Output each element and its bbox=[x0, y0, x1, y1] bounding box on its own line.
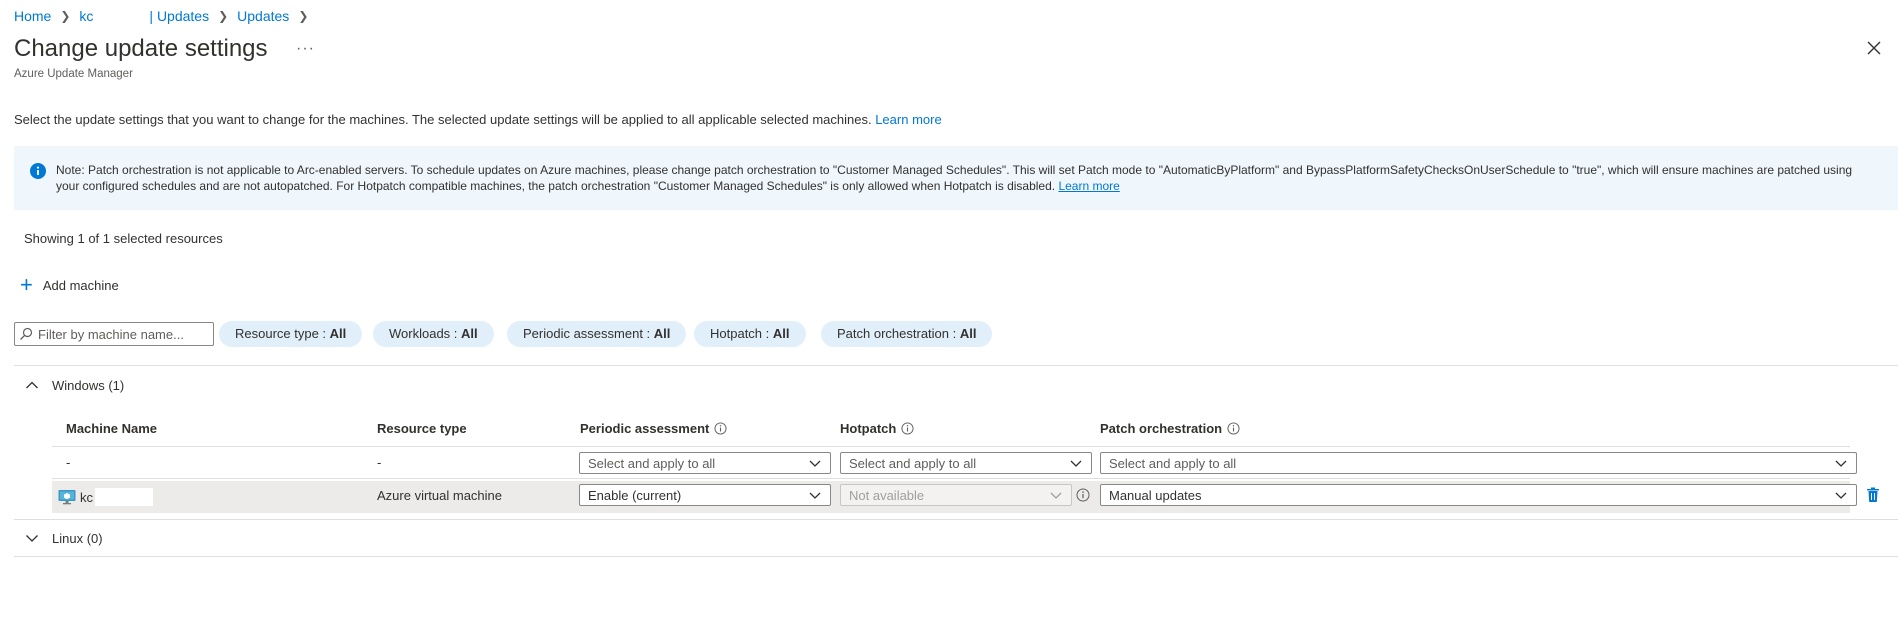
chevron-right-icon: ❯ bbox=[60, 9, 71, 23]
chevron-down-icon bbox=[809, 460, 821, 467]
add-machine-label: Add machine bbox=[42, 277, 119, 293]
divider bbox=[14, 519, 1898, 520]
column-resource-type[interactable]: Resource type bbox=[377, 421, 467, 436]
filter-pill-periodic-assessment[interactable]: Periodic assessment : All bbox=[507, 321, 687, 347]
machine-name: kc bbox=[80, 489, 93, 505]
column-machine-name[interactable]: Machine Name bbox=[66, 421, 157, 436]
periodic-assessment-dropdown[interactable]: Enable (current) bbox=[579, 484, 831, 506]
apply-all-hotpatch-dropdown[interactable]: Select and apply to all bbox=[840, 452, 1092, 474]
apply-row-machine-name: - bbox=[66, 455, 71, 470]
dropdown-value: Select and apply to all bbox=[588, 455, 716, 471]
column-hotpatch[interactable]: Hotpatch bbox=[840, 421, 914, 436]
pill-label: Workloads : bbox=[389, 326, 462, 341]
breadcrumb-updates-section[interactable]: | Updates bbox=[149, 8, 209, 24]
pill-label: Hotpatch : bbox=[710, 326, 773, 341]
banner-text: Note: Patch orchestration is not applica… bbox=[56, 162, 1876, 194]
apply-all-patch-orchestration-dropdown[interactable]: Select and apply to all bbox=[1100, 452, 1857, 474]
pill-label: Periodic assessment : bbox=[523, 326, 654, 341]
banner-learn-more-link[interactable]: Learn more bbox=[1058, 179, 1119, 193]
column-patch-orchestration[interactable]: Patch orchestration bbox=[1100, 421, 1240, 436]
apply-row-resource-type: - bbox=[377, 455, 382, 470]
add-machine-button[interactable]: + Add machine bbox=[20, 272, 119, 297]
apply-all-periodic-assessment-dropdown[interactable]: Select and apply to all bbox=[579, 452, 831, 474]
machine-resource-type: Azure virtual machine bbox=[377, 488, 502, 503]
redaction-box bbox=[95, 488, 153, 506]
description: Select the update settings that you want… bbox=[14, 112, 942, 127]
page-subtitle: Azure Update Manager bbox=[14, 68, 133, 80]
chevron-down-icon bbox=[1835, 492, 1847, 499]
delete-icon[interactable] bbox=[1866, 487, 1880, 503]
close-button[interactable] bbox=[1864, 38, 1884, 58]
chevron-down-icon bbox=[1070, 460, 1082, 467]
hotpatch-info-icon[interactable] bbox=[1076, 488, 1090, 502]
dropdown-value: Not available bbox=[849, 487, 925, 503]
filter-pill-hotpatch[interactable]: Hotpatch : All bbox=[694, 321, 806, 347]
filter-machine-input[interactable] bbox=[34, 326, 212, 342]
pill-label: Resource type : bbox=[235, 326, 330, 341]
table-header-divider bbox=[52, 446, 1850, 447]
pill-value: All bbox=[461, 326, 478, 341]
filter-box bbox=[14, 322, 214, 346]
column-periodic-assessment-label: Periodic assessment bbox=[580, 421, 710, 436]
dropdown-value: Select and apply to all bbox=[849, 455, 977, 471]
chevron-down-icon bbox=[1050, 492, 1062, 499]
column-patch-orchestration-label: Patch orchestration bbox=[1100, 421, 1223, 436]
hotpatch-dropdown: Not available bbox=[840, 484, 1072, 506]
chevron-right-icon: ❯ bbox=[298, 9, 309, 23]
patch-orchestration-dropdown[interactable]: Manual updates bbox=[1100, 484, 1857, 506]
breadcrumb-home[interactable]: Home bbox=[14, 8, 51, 24]
group-windows-label: Windows (1) bbox=[52, 377, 125, 393]
close-icon bbox=[1867, 41, 1881, 55]
divider bbox=[14, 365, 1898, 366]
column-hotpatch-label: Hotpatch bbox=[840, 421, 897, 436]
more-options-icon[interactable]: ··· bbox=[296, 40, 315, 58]
info-icon[interactable] bbox=[714, 422, 727, 435]
virtual-machine-icon bbox=[58, 490, 76, 505]
description-text: Select the update settings that you want… bbox=[14, 112, 872, 127]
chevron-up-icon bbox=[26, 381, 38, 389]
filter-pill-patch-orchestration[interactable]: Patch orchestration : All bbox=[821, 321, 993, 347]
banner-note-text: Note: Patch orchestration is not applica… bbox=[56, 163, 1853, 193]
chevron-down-icon bbox=[1835, 460, 1847, 467]
breadcrumb-updates[interactable]: Updates bbox=[237, 8, 289, 24]
info-banner: Note: Patch orchestration is not applica… bbox=[14, 146, 1898, 210]
chevron-down-icon bbox=[809, 492, 821, 499]
page-title: Change update settings bbox=[14, 35, 268, 62]
selection-count: Showing 1 of 1 selected resources bbox=[24, 231, 223, 246]
filter-pill-workloads[interactable]: Workloads : All bbox=[373, 321, 494, 347]
group-linux-label: Linux (0) bbox=[52, 530, 103, 546]
machine-name-cell[interactable]: kc bbox=[58, 488, 153, 506]
plus-icon: + bbox=[20, 272, 33, 297]
info-icon bbox=[30, 163, 46, 179]
info-icon[interactable] bbox=[901, 422, 914, 435]
filter-pill-resource-type[interactable]: Resource type : All bbox=[219, 321, 363, 347]
divider bbox=[14, 556, 1898, 557]
column-periodic-assessment[interactable]: Periodic assessment bbox=[580, 421, 727, 436]
search-icon bbox=[20, 327, 33, 340]
breadcrumb: Home ❯ kc | Updates ❯ Updates ❯ bbox=[14, 8, 317, 24]
dropdown-value: Manual updates bbox=[1109, 487, 1202, 503]
pill-value: All bbox=[959, 326, 977, 341]
group-linux-toggle[interactable]: Linux (0) bbox=[24, 530, 103, 546]
chevron-down-icon bbox=[26, 535, 38, 542]
breadcrumb-resource[interactable]: kc bbox=[79, 8, 93, 24]
info-icon[interactable] bbox=[1227, 422, 1240, 435]
group-windows-toggle[interactable]: Windows (1) bbox=[24, 377, 124, 393]
chevron-right-icon: ❯ bbox=[218, 9, 229, 23]
learn-more-link[interactable]: Learn more bbox=[875, 112, 941, 127]
pill-value: All bbox=[772, 326, 790, 341]
pill-value: All bbox=[653, 326, 671, 341]
pill-label: Patch orchestration : bbox=[837, 326, 960, 341]
pill-value: All bbox=[329, 326, 347, 341]
dropdown-value: Enable (current) bbox=[588, 487, 682, 503]
row-divider bbox=[52, 478, 1850, 479]
dropdown-value: Select and apply to all bbox=[1109, 455, 1237, 471]
